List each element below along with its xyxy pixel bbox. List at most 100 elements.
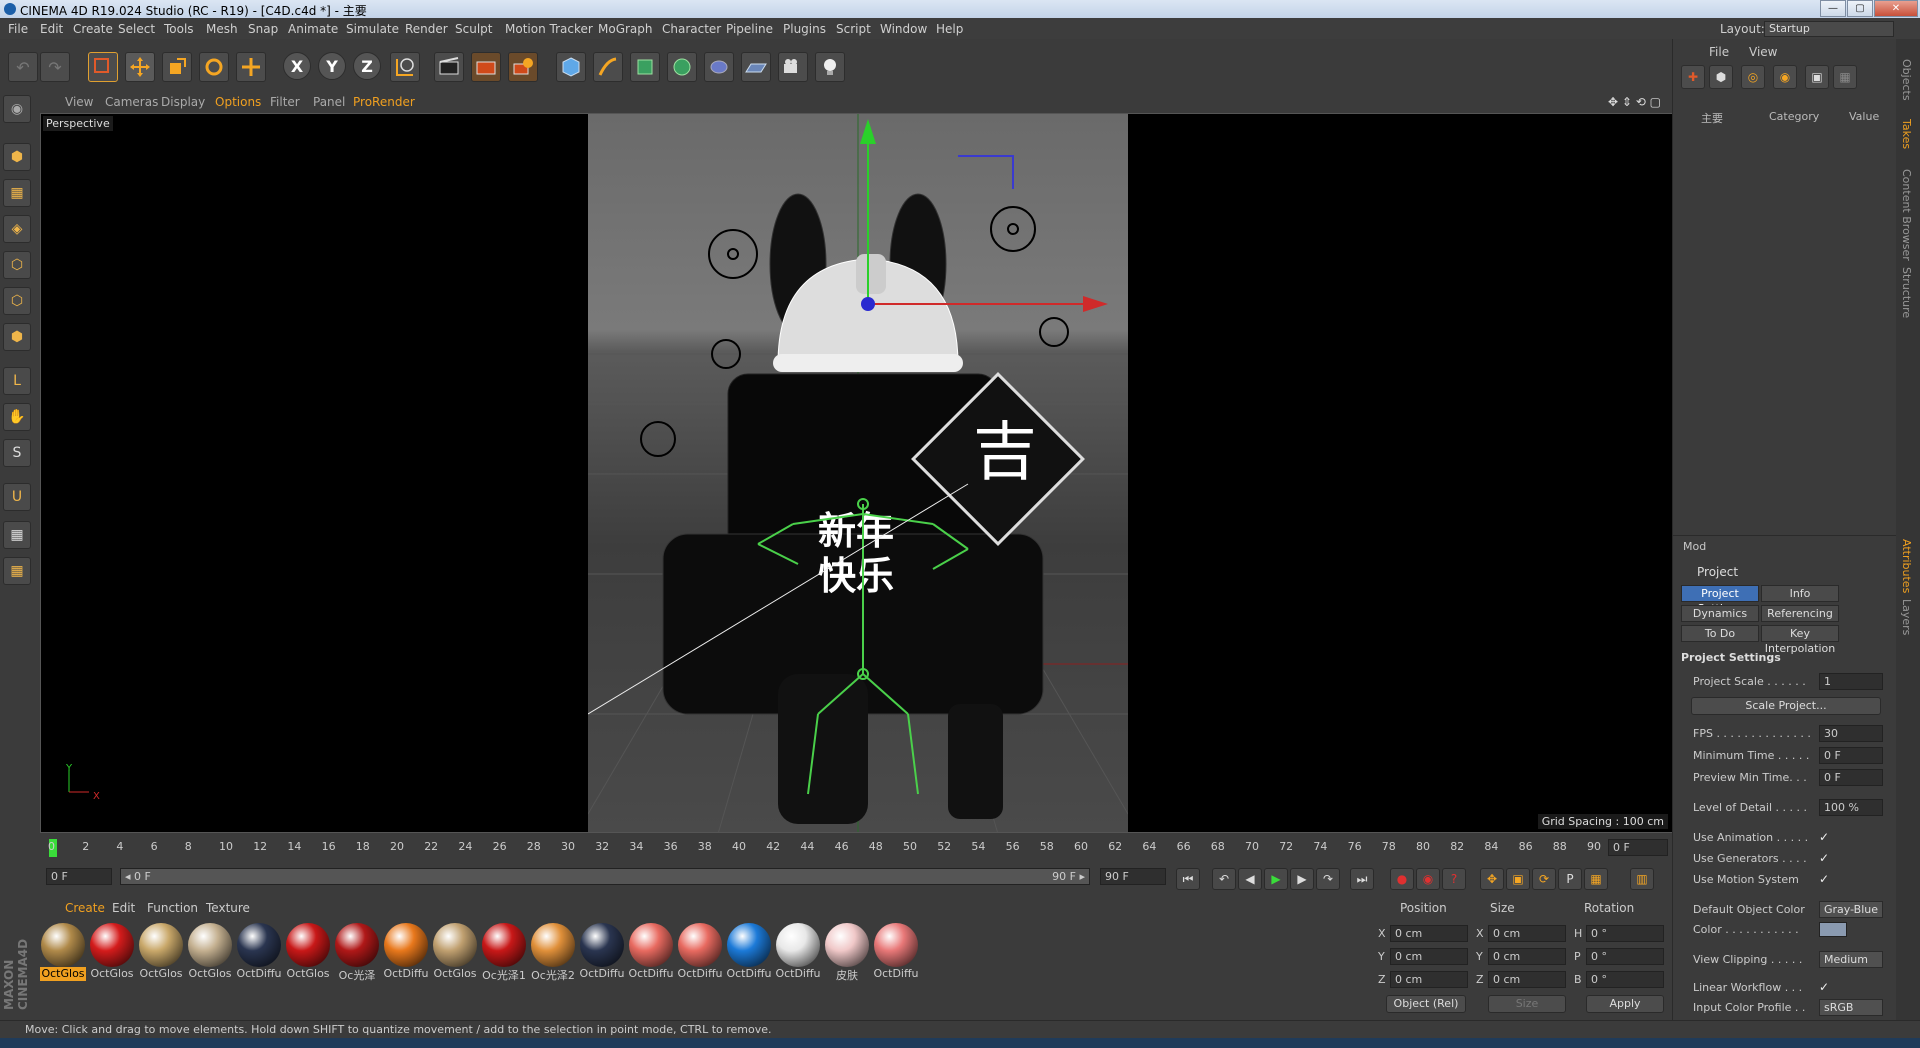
viewport-menu-prorender[interactable]: ProRender [353, 95, 415, 109]
object-menu-file[interactable]: File [1709, 45, 1729, 59]
menu-simulate[interactable]: Simulate [346, 22, 399, 36]
camera-icon[interactable] [778, 52, 808, 82]
side-tab-attributes[interactable]: Attributes [1900, 539, 1913, 593]
workplane-lock-icon[interactable]: ▦ [3, 521, 31, 549]
rotate-icon[interactable] [199, 52, 229, 82]
side-tab-content-browser[interactable]: Content Browser [1900, 169, 1913, 261]
render-settings-icon[interactable] [508, 52, 538, 82]
linear-workflow-checkbox[interactable]: ✓ [1819, 980, 1829, 994]
key-position-icon[interactable]: ✥ [1480, 868, 1504, 890]
world-coordinates-icon[interactable] [390, 52, 420, 82]
cloner-icon[interactable] [667, 52, 697, 82]
key-rotation-icon[interactable]: ⟳ [1532, 868, 1556, 890]
material-item[interactable]: Oc光泽2 [530, 923, 576, 985]
viewport-menu-view[interactable]: View [65, 95, 93, 109]
edges-mode-icon[interactable]: ⬡ [3, 287, 31, 315]
close-button[interactable]: ✕ [1874, 0, 1918, 17]
menu-edit[interactable]: Edit [40, 22, 63, 36]
menu-mesh[interactable]: Mesh [206, 22, 238, 36]
menu-window[interactable]: Window [880, 22, 927, 36]
material-item[interactable]: OctDiffu [726, 923, 772, 985]
go-to-start-icon[interactable]: ⏮ [1176, 868, 1200, 890]
viewport-navigation-icons[interactable]: ✥ ⇕ ⟲ ▢ [1608, 95, 1661, 109]
tab-project-settings[interactable]: Project Settings [1681, 585, 1759, 615]
coord-size-z-field[interactable]: 0 cm [1488, 971, 1566, 988]
move-icon[interactable] [125, 52, 155, 82]
material-menu-edit[interactable]: Edit [112, 901, 135, 915]
previous-key-icon[interactable]: ↶ [1212, 868, 1236, 890]
material-item[interactable]: OctDiffu [775, 923, 821, 985]
level-of-detail-field[interactable]: 100 % [1819, 799, 1883, 816]
tab-info[interactable]: Info [1761, 585, 1839, 602]
side-tab-objects[interactable]: Objects [1900, 59, 1913, 101]
viewport-menu-panel[interactable]: Panel [313, 95, 345, 109]
make-editable-icon[interactable]: ◉ [3, 95, 31, 123]
material-item[interactable]: Oc光泽 [334, 923, 380, 985]
workplane-mode-icon[interactable]: ◈ [3, 215, 31, 243]
material-item[interactable]: OctGlos [138, 923, 184, 985]
deformer-icon[interactable] [704, 52, 734, 82]
fps-field[interactable]: 30 [1819, 725, 1883, 742]
material-item[interactable]: Oc光泽1 [481, 923, 527, 985]
menu-sculpt[interactable]: Sculpt [455, 22, 492, 36]
material-item[interactable]: OctDiffu [873, 923, 919, 985]
frame-range-slider[interactable]: ◂ 0 F 90 F ▸ [120, 868, 1090, 885]
coord-size-y-field[interactable]: 0 cm [1488, 948, 1566, 965]
coord-size-mode-select[interactable]: Size [1488, 995, 1566, 1013]
x-axis-icon[interactable]: X [283, 52, 311, 80]
grid-icon[interactable]: ▦ [3, 557, 31, 585]
menu-script[interactable]: Script [836, 22, 871, 36]
side-tab-structure[interactable]: Structure [1900, 267, 1913, 318]
frame-ruler[interactable]: 0 2 4 6 8 10 12 14 16 18 20 22 24 26 28 30 32 34 36 38 40 42 4… [48, 837, 1601, 859]
render-picture-viewer-icon[interactable] [471, 52, 501, 82]
color-swatch[interactable] [1819, 922, 1847, 937]
timeline-icon[interactable]: ▥ [1630, 868, 1654, 890]
menu-snap[interactable]: Snap [248, 22, 278, 36]
use-generators-checkbox[interactable]: ✓ [1819, 851, 1829, 865]
next-frame-icon[interactable]: ▶ [1290, 868, 1314, 890]
end-frame-field[interactable]: 90 F [1100, 868, 1166, 885]
tab-key-interpolation[interactable]: Key Interpolation [1761, 625, 1839, 655]
material-item[interactable]: OctDiffu [579, 923, 625, 985]
material-item[interactable]: OctDiffu [677, 923, 723, 985]
menu-help[interactable]: Help [936, 22, 963, 36]
menu-create[interactable]: Create [73, 22, 113, 36]
points-mode-icon[interactable]: ⬡ [3, 251, 31, 279]
perspective-viewport[interactable]: Perspective 吉 新年 快乐 Y X Grid Spacing: 1… [40, 113, 1673, 833]
material-item[interactable]: OctGlos [432, 923, 478, 985]
polygons-mode-icon[interactable]: ⬢ [3, 323, 31, 351]
scale-icon[interactable] [162, 52, 192, 82]
object-filter-icon[interactable]: ▦ [1833, 65, 1857, 89]
preview-min-time-field[interactable]: 0 F [1819, 769, 1883, 786]
input-color-profile-select[interactable]: sRGB [1819, 999, 1883, 1016]
material-item[interactable]: OctGlos [285, 923, 331, 985]
use-motion-system-checkbox[interactable]: ✓ [1819, 872, 1829, 886]
key-pla-icon[interactable]: ▦ [1584, 868, 1608, 890]
view-clipping-select[interactable]: Medium [1819, 951, 1883, 968]
material-item[interactable]: OctGlos [89, 923, 135, 985]
cube-icon[interactable] [556, 52, 586, 82]
previous-frame-icon[interactable]: ◀ [1238, 868, 1262, 890]
viewport-menu-filter[interactable]: Filter [270, 95, 300, 109]
auto-keying-icon[interactable]: ◉ [1416, 868, 1440, 890]
material-item[interactable]: 皮肤 [824, 923, 870, 985]
layer-icon[interactable]: ◉ [1773, 65, 1797, 89]
material-menu-texture[interactable]: Texture [206, 901, 250, 915]
coord-rot-b-field[interactable]: 0 ° [1586, 971, 1664, 988]
material-item[interactable]: OctDiffu [383, 923, 429, 985]
default-object-color-select[interactable]: Gray-Blue [1819, 901, 1883, 918]
coord-pos-z-field[interactable]: 0 cm [1390, 971, 1468, 988]
texture-mode-icon[interactable]: ▦ [3, 179, 31, 207]
current-frame-field[interactable]: 0 F [1608, 839, 1668, 856]
timeline-ruler[interactable]: 0 2 4 6 8 10 12 14 16 18 20 22 24 26 28 30 32 34 36 38 40 42 4… [40, 837, 1670, 859]
key-parameter-icon[interactable]: P [1558, 868, 1582, 890]
coord-pos-x-field[interactable]: 0 cm [1390, 925, 1468, 942]
next-key-icon[interactable]: ↷ [1316, 868, 1340, 890]
coord-apply-button[interactable]: Apply [1586, 995, 1664, 1013]
keyframe-selection-icon[interactable]: ? [1442, 868, 1466, 890]
menu-mograph[interactable]: MoGraph [598, 22, 653, 36]
menu-file[interactable]: File [8, 22, 28, 36]
redo-icon[interactable]: ↷ [40, 52, 70, 82]
use-animation-checkbox[interactable]: ✓ [1819, 830, 1829, 844]
coord-size-x-field[interactable]: 0 cm [1488, 925, 1566, 942]
